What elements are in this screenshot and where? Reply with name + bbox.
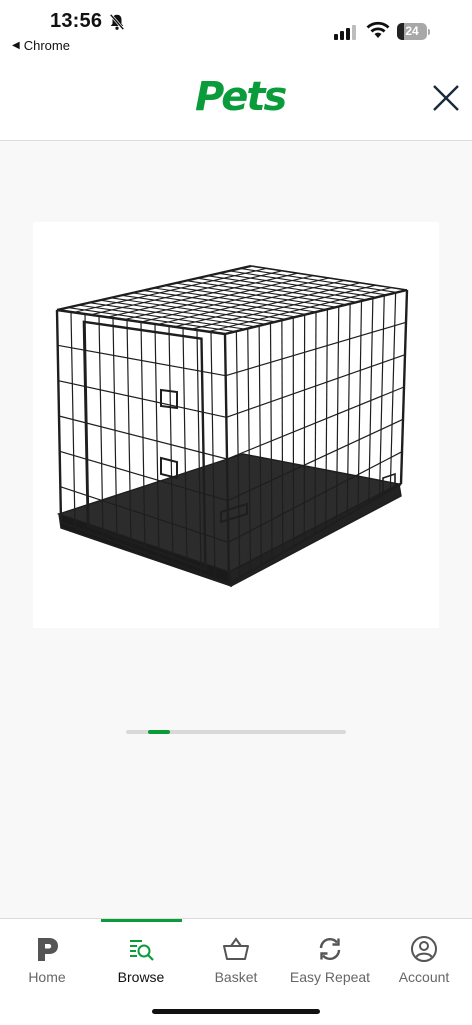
tab-basket-label: Basket [189,969,283,985]
basket-icon [222,935,250,963]
battery-icon: 24 [397,23,427,40]
app-header: Pets [0,62,472,141]
tab-browse-label: Browse [94,969,188,985]
bell-slash-icon [108,13,126,31]
tab-account[interactable]: Account [377,919,471,999]
home-indicator [152,1009,320,1014]
bottom-tab-bar: Home Browse Basket Easy Repeat [0,918,472,1025]
signal-icon [334,24,360,40]
back-app-label: Chrome [24,38,70,53]
close-icon[interactable] [430,82,462,114]
account-icon [410,935,438,963]
tab-basket[interactable]: Basket [189,919,283,999]
status-bar: 13:56 ◀ Chrome 24 [0,0,472,62]
pets-logo: Pets [195,74,285,120]
back-triangle-icon: ◀ [12,40,20,51]
tab-easy-repeat[interactable]: Easy Repeat [283,919,377,999]
tab-home[interactable]: Home [0,919,94,999]
battery-cap [428,29,430,35]
wifi-icon [366,21,390,39]
tab-browse[interactable]: Browse [94,919,188,999]
tab-account-label: Account [377,969,471,985]
tab-home-label: Home [0,969,94,985]
browse-search-icon [127,935,155,963]
status-time: 13:56 [50,10,102,33]
battery-percent: 24 [397,23,427,40]
back-to-app-link[interactable]: ◀ Chrome [12,38,70,53]
carousel-active-thumb [148,730,170,734]
image-carousel-indicator[interactable] [126,730,346,734]
repeat-icon [316,935,344,963]
dog-crate-product-image [33,222,439,628]
pets-p-logo-icon [33,935,61,963]
tab-easy-repeat-label: Easy Repeat [283,969,377,985]
dog-crate-illustration [33,222,439,628]
